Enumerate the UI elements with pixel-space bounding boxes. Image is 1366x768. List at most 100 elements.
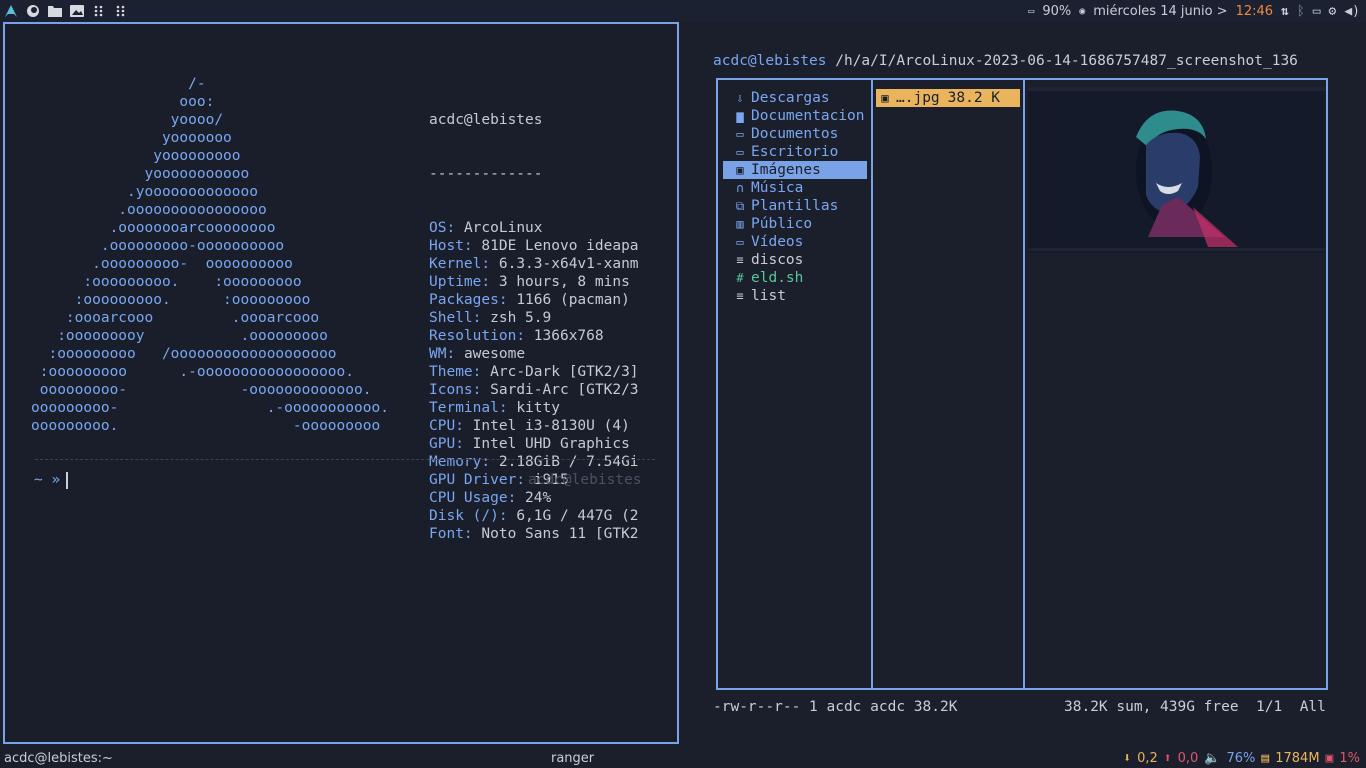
file-item[interactable]: ▥ Público <box>723 215 867 233</box>
ascii-line: .oooooooooooooooo <box>31 202 267 218</box>
document-icon: ▭ <box>736 127 744 141</box>
ascii-line: :ooooooooy .ooooooooo <box>31 328 328 344</box>
file-name: eld.sh <box>751 270 804 286</box>
image-icon: ▣ <box>736 163 744 177</box>
info-value: 6,1G / 447G (2 <box>516 508 639 524</box>
clock[interactable]: 12:46 <box>1236 4 1273 19</box>
selected-file-row[interactable]: ▣ ….jpg 38.2 K <box>876 89 1020 107</box>
firefox-icon[interactable] <box>22 0 44 22</box>
file-name: Descargas <box>751 90 830 106</box>
prompt-text: ~ » <box>34 472 61 488</box>
ascii-line: yoooo/ <box>31 112 224 128</box>
info-row: OS: ArcoLinux <box>429 219 639 237</box>
grid-icon[interactable] <box>88 0 110 22</box>
file-item[interactable]: ▭ Vídeos <box>723 233 867 251</box>
memory-icon: ▤ <box>1261 750 1270 766</box>
date[interactable]: miércoles 14 junio > <box>1093 4 1227 19</box>
file-name: Vídeos <box>751 234 804 250</box>
info-row: CPU: Intel i3-8130U (4) <box>429 417 639 435</box>
ascii-line: .oooooooarcoooooooo <box>31 220 276 236</box>
file-item[interactable]: ≡ discos <box>723 251 867 269</box>
image-file-icon: ▣ <box>881 91 889 105</box>
info-row: GPU: Intel UHD Graphics <box>429 435 639 453</box>
bluetooth-icon[interactable]: ᛒ <box>1297 4 1305 19</box>
file-item[interactable]: ∩ Música <box>723 179 867 197</box>
focused-window-title[interactable]: acdc@lebistes:~ <box>4 751 113 766</box>
info-key: OS <box>429 220 447 236</box>
info-colon: : <box>472 364 491 380</box>
volume-icon[interactable]: ◀) <box>1344 4 1360 19</box>
info-colon: : <box>481 256 499 272</box>
grid-icon[interactable] <box>110 0 132 22</box>
info-colon: : <box>455 418 473 434</box>
terminal-window[interactable]: /- ooo: yoooo/ yooooooo yooooooooo yoooo… <box>3 22 679 744</box>
task-ranger[interactable]: ranger <box>551 751 594 766</box>
file-name: Imágenes <box>751 162 821 178</box>
system-info: acdc@lebistes ------------- OS: ArcoLinu… <box>429 75 639 579</box>
file-name: Música <box>751 180 804 196</box>
info-colon: : <box>516 328 534 344</box>
file-item[interactable]: ≡ list <box>723 287 867 305</box>
download-icon: ⇩ <box>736 91 744 105</box>
image-preview <box>1028 87 1325 253</box>
headphones-icon: ∩ <box>736 181 744 195</box>
bottom-panel: acdc@lebistes:~ ranger ⬇ 0,2 ⬆ 0,0 🔈 76%… <box>0 748 1366 768</box>
info-row: Uptime: 3 hours, 8 mins <box>429 273 639 291</box>
file-item[interactable]: ▭ Escritorio <box>723 143 867 161</box>
info-value: 81DE Lenovo ideapa <box>481 238 639 254</box>
ascii-line: yooooooo <box>31 130 232 146</box>
ranger-path: /h/a/I/ArcoLinux-2023-06-14-1686757487_s… <box>826 53 1298 69</box>
top-panel: ▭ 90% ◉ miércoles 14 junio > 12:46 ⇅ ᛒ ▭… <box>0 0 1366 22</box>
ascii-line: :ooooooooo. :ooooooooo <box>31 292 311 308</box>
battery-level: 90% <box>1042 3 1072 19</box>
info-row: Host: 81DE Lenovo ideapa <box>429 237 639 255</box>
ascii-line: :ooooooooo. :ooooooooo <box>31 274 302 290</box>
parent-directory-list[interactable]: ⇩ Descargas ▆ Documentacion ▭ Documentos ▭ Escr… <box>723 89 867 305</box>
info-colon: : <box>446 220 464 236</box>
ranger-window[interactable]: acdc@lebistes /h/a/I/ArcoLinux-2023-06-1… <box>683 22 1366 746</box>
ascii-line: :ooooooooo .-ooooooooooooooooo. <box>31 364 355 380</box>
network-arrows-icon[interactable]: ⇅ <box>1281 4 1289 19</box>
info-colon: : <box>472 310 491 326</box>
info-colon: : <box>455 436 473 452</box>
file-item[interactable]: ⇩ Descargas <box>723 89 867 107</box>
info-row: Shell: zsh 5.9 <box>429 309 639 327</box>
shell-prompt[interactable]: ~ » <box>34 471 69 489</box>
info-row: CPU Usage: 24% <box>429 489 639 507</box>
image-viewer-icon[interactable] <box>66 0 88 22</box>
desktop-icon: ▭ <box>736 145 744 159</box>
info-row: Disk (/): 6,1G / 447G (2 <box>429 507 639 525</box>
info-colon: : <box>498 508 517 524</box>
file-name: Plantillas <box>751 198 839 214</box>
info-key: GPU Driver <box>429 472 517 488</box>
ascii-line: yooooooooo <box>31 148 241 164</box>
file-item[interactable]: ▆ Documentacion <box>723 107 867 125</box>
arch-logo-icon[interactable] <box>0 0 22 22</box>
info-key: Packages <box>429 292 499 308</box>
info-value: Intel i3-8130U (4) <box>472 418 630 434</box>
file-item[interactable]: ▭ Documentos <box>723 125 867 143</box>
ascii-line: ooo: <box>31 94 215 110</box>
info-key: Kernel <box>429 256 482 272</box>
file-item[interactable]: ⧉ Plantillas <box>723 197 867 215</box>
info-userhost: acdc@lebistes <box>429 112 543 128</box>
info-key: CPU Usage <box>429 490 508 506</box>
battery-icon: ▭ <box>1028 5 1035 17</box>
selected-file-name: ….jpg <box>896 90 940 106</box>
cpu-usage: 1% <box>1339 750 1360 766</box>
info-value: 1166 (pacman) <box>516 292 630 308</box>
info-value: Sardi-Arc [GTK2/3 <box>490 382 639 398</box>
folder-icon[interactable] <box>44 0 66 22</box>
info-colon: : <box>446 346 464 362</box>
volume-level[interactable]: 76% <box>1227 751 1256 766</box>
ranger-user: acdc@lebistes <box>713 53 827 69</box>
info-colon: : <box>507 490 526 506</box>
ascii-line: /- <box>31 76 206 92</box>
file-item[interactable]: # eld.sh <box>723 269 867 287</box>
display-icon[interactable]: ▭ <box>1313 4 1321 19</box>
info-value: Intel UHD Graphics <box>472 436 630 452</box>
info-row: Terminal: kitty <box>429 399 639 417</box>
file-name: Documentos <box>751 126 839 142</box>
file-item[interactable]: ▣ Imágenes <box>723 161 867 179</box>
gear-icon[interactable]: ⚙ <box>1329 4 1337 19</box>
